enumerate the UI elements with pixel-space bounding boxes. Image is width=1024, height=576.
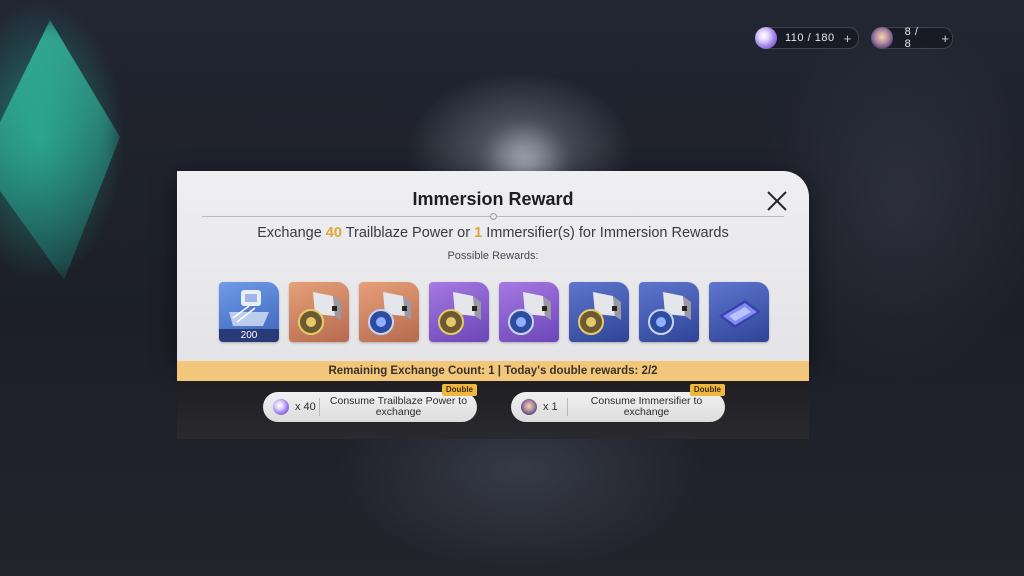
reward-item-relic[interactable]: [289, 282, 349, 342]
relic-rope-icon: [648, 292, 691, 335]
consume-trailblaze-power-label: Consume Trailblaze Power to exchange: [329, 395, 468, 418]
title-divider: [202, 213, 784, 220]
reward-item-relic[interactable]: [639, 282, 699, 342]
immersifier-icon: [521, 399, 537, 415]
reward-item-relic[interactable]: [429, 282, 489, 342]
background-crystal: [0, 20, 120, 280]
relic-rope-icon: [368, 292, 411, 335]
trailblaze-power-value: 110 / 180: [785, 32, 835, 44]
possible-rewards-label: Possible Rewards:: [447, 250, 539, 262]
add-immersifier-button[interactable]: +: [938, 31, 952, 46]
immersifier-icon: [871, 27, 893, 49]
close-button[interactable]: [765, 189, 789, 213]
exchange-description: Exchange 40 Trailblaze Power or 1 Immers…: [257, 225, 729, 241]
dialog-title: Immersion Reward: [412, 189, 574, 209]
relic-rope-icon: [508, 292, 551, 335]
dialog-actions: x 40 Consume Trailblaze Power to exchang…: [177, 381, 809, 439]
rewards-list: 200: [219, 282, 769, 342]
consume-immersifier-button[interactable]: x 1 Consume Immersifier to exchange Doub…: [511, 384, 725, 422]
trailblaze-power-icon: [273, 399, 289, 415]
trailblaze-power-icon: [755, 27, 777, 49]
relic-sphere-icon: [578, 292, 621, 335]
close-icon: [767, 191, 787, 211]
immersifier-cost: x 1: [543, 401, 558, 413]
reward-item-relic[interactable]: [499, 282, 559, 342]
dialog-panel: Immersion Reward Exchange 40 Trailblaze …: [177, 171, 809, 361]
consume-trailblaze-power-button[interactable]: x 40 Consume Trailblaze Power to exchang…: [263, 384, 477, 422]
relic-sphere-icon: [298, 292, 341, 335]
consume-immersifier-label: Consume Immersifier to exchange: [590, 395, 703, 418]
relic-sphere-icon: [438, 292, 481, 335]
reward-item-relic[interactable]: [359, 282, 419, 342]
reward-item-relic-remains[interactable]: [709, 282, 769, 342]
double-badge: Double: [441, 384, 477, 396]
reward-quantity: 200: [219, 329, 279, 342]
trailblaze-power-counter: 110 / 180 +: [755, 27, 859, 49]
relic-remains-icon: [719, 300, 761, 328]
trailblaze-power-cost: x 40: [295, 401, 316, 413]
immersion-reward-dialog: Immersion Reward Exchange 40 Trailblaze …: [177, 171, 809, 439]
exchange-count-bar: Remaining Exchange Count: 1 | Today's do…: [177, 361, 809, 381]
add-trailblaze-power-button[interactable]: +: [841, 31, 855, 46]
immersifier-value: 8 / 8: [904, 26, 919, 50]
immersifier-counter: 8 / 8 +: [871, 26, 953, 50]
reward-item-exp-material[interactable]: 200: [219, 282, 279, 342]
tp-amount: 40: [325, 225, 342, 241]
immersifier-amount: 1: [474, 225, 483, 241]
double-badge: Double: [689, 384, 725, 396]
reward-item-relic[interactable]: [569, 282, 629, 342]
